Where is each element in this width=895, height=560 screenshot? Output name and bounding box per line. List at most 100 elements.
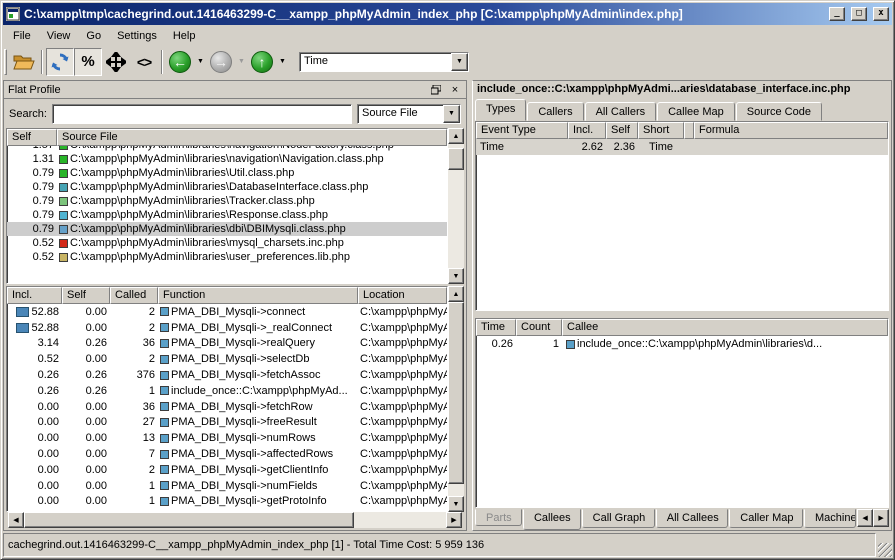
table-row[interactable]: 0.00 0.001 PMA_DBI_Mysqli->numFields C:\…	[7, 478, 447, 494]
table-row[interactable]: 0.79C:\xampp\phpMyAdmin\libraries\Tracke…	[7, 194, 447, 208]
menu-view[interactable]: View	[39, 27, 79, 45]
tab-callees[interactable]: Callees	[523, 509, 581, 530]
table-row[interactable]: 0.52C:\xampp\phpMyAdmin\libraries\mysql_…	[7, 236, 447, 250]
column-header-formula[interactable]: Formula	[694, 122, 888, 139]
tab-scroll-left-icon[interactable]: ◀	[857, 509, 873, 527]
column-header-incl[interactable]: Incl.	[568, 122, 606, 139]
column-header-self[interactable]: Self	[606, 122, 638, 139]
close-dock-icon[interactable]: ×	[448, 84, 462, 96]
tab-types[interactable]: Types	[475, 99, 526, 121]
maximize-button[interactable]: □	[851, 7, 867, 21]
column-header-short[interactable]: Short	[638, 122, 684, 139]
minimize-button[interactable]: _	[829, 7, 845, 21]
table-row[interactable]: 0.00 0.0036 PMA_DBI_Mysqli->fetchRow C:\…	[7, 399, 447, 415]
file-list-scrollbar[interactable]: ▲ ▼	[448, 128, 464, 284]
chevron-down-icon[interactable]: ▼	[443, 105, 460, 123]
table-row[interactable]: 52.88 0.002 PMA_DBI_Mysqli->_realConnect…	[7, 320, 447, 336]
table-row[interactable]: 0.79C:\xampp\phpMyAdmin\libraries\Util.c…	[7, 166, 447, 180]
tab-all-callers[interactable]: All Callers	[585, 102, 657, 121]
function-detail-panel: include_once::C:\xampp\phpMyAdmi...aries…	[472, 80, 892, 531]
relative-to-parent-button[interactable]	[102, 48, 130, 76]
forward-icon: →	[210, 51, 232, 73]
chevron-down-icon[interactable]: ▼	[451, 53, 468, 71]
toolbar: % <> ← ▼ → ▼ ↑ ▼ Time ▼	[1, 46, 894, 79]
scrollbar-thumb[interactable]	[448, 148, 464, 170]
column-header-function[interactable]: Function	[158, 287, 358, 304]
tab-caller-map[interactable]: Caller Map	[729, 509, 803, 528]
refresh-button[interactable]	[46, 48, 74, 76]
event-type-row[interactable]: Time 2.62 2.36 Time	[476, 139, 888, 155]
back-dropdown[interactable]: ▼	[194, 48, 207, 76]
column-header-self[interactable]: Self	[62, 287, 110, 304]
menu-file[interactable]: File	[5, 27, 39, 45]
column-header-source-file[interactable]: Source File	[57, 129, 447, 146]
table-row[interactable]: 0.00 0.0013 PMA_DBI_Mysqli->numRows C:\x…	[7, 430, 447, 446]
table-row[interactable]: 0.00 0.001 PMA_DBI_Mysqli->getProtoInfo …	[7, 494, 447, 510]
table-row[interactable]: 0.52C:\xampp\phpMyAdmin\libraries\user_p…	[7, 250, 447, 264]
float-dock-icon[interactable]	[431, 85, 445, 95]
callee-row[interactable]: 0.26 1 include_once::C:\xampp\phpMyAdmin…	[476, 336, 888, 352]
tab-scroll-right-icon[interactable]: ▶	[873, 509, 889, 527]
grouping-combobox[interactable]: Source File ▼	[357, 104, 461, 124]
cycle-detection-button[interactable]: <>	[130, 48, 158, 76]
table-row[interactable]: 0.00 0.007 PMA_DBI_Mysqli->affectedRows …	[7, 446, 447, 462]
status-message: cachegrind.out.1416463299-C__xampp_phpMy…	[3, 533, 876, 557]
table-row-selected[interactable]: 0.79C:\xampp\phpMyAdmin\libraries\dbi\DB…	[7, 222, 447, 236]
menu-help[interactable]: Help	[165, 27, 204, 45]
scroll-up-icon[interactable]: ▲	[448, 286, 464, 302]
function-table-scrollbar[interactable]: ▲ ▼	[448, 286, 464, 512]
forward-dropdown[interactable]: ▼	[235, 48, 248, 76]
column-header-incl[interactable]: Incl.	[7, 287, 62, 304]
column-header-location[interactable]: Location	[358, 287, 447, 304]
tab-callee-map[interactable]: Callee Map	[657, 102, 735, 121]
tab-source-code[interactable]: Source Code	[736, 102, 822, 121]
scroll-down-icon[interactable]: ▼	[448, 496, 464, 512]
close-button[interactable]: x	[873, 7, 889, 21]
column-header-called[interactable]: Called	[110, 287, 158, 304]
tab-machine-code[interactable]: Machine	[804, 509, 856, 528]
open-file-button[interactable]	[10, 48, 38, 76]
table-row[interactable]: 0.52 0.002 PMA_DBI_Mysqli->selectDb C:\x…	[7, 351, 447, 367]
menu-settings[interactable]: Settings	[109, 27, 165, 45]
event-type-combobox[interactable]: Time ▼	[299, 52, 469, 72]
column-header-callee[interactable]: Callee	[562, 319, 888, 336]
table-row[interactable]: 0.26 0.261 include_once::C:\xampp\phpMyA…	[7, 383, 447, 399]
toolbar-handle[interactable]	[4, 49, 7, 75]
scroll-left-icon[interactable]: ◀	[8, 512, 24, 528]
table-row[interactable]: 0.79C:\xampp\phpMyAdmin\libraries\Respon…	[7, 208, 447, 222]
column-header-count[interactable]: Count	[516, 319, 562, 336]
column-header-event-type[interactable]: Event Type	[476, 122, 568, 139]
tab-all-callees[interactable]: All Callees	[656, 509, 729, 528]
back-button[interactable]: ←	[166, 48, 194, 76]
detail-tabs-top: Types Callers All Callers Callee Map Sou…	[473, 99, 891, 121]
table-row[interactable]: 52.88 0.002 PMA_DBI_Mysqli->connect C:\x…	[7, 304, 447, 320]
table-row[interactable]: 0.26 0.26376 PMA_DBI_Mysqli->fetchAssoc …	[7, 367, 447, 383]
search-input[interactable]	[53, 105, 351, 123]
forward-button[interactable]: →	[207, 48, 235, 76]
table-row[interactable]: 3.14 0.2636 PMA_DBI_Mysqli->realQuery C:…	[7, 336, 447, 352]
scrollbar-thumb[interactable]	[448, 302, 464, 484]
scroll-right-icon[interactable]: ▶	[446, 512, 462, 528]
scroll-up-icon[interactable]: ▲	[448, 128, 464, 144]
menu-go[interactable]: Go	[78, 27, 109, 45]
title-bar[interactable]: C:\xampp\tmp\cachegrind.out.1416463299-C…	[3, 3, 892, 25]
up-button[interactable]: ↑	[248, 48, 276, 76]
dock-title-bar[interactable]: Flat Profile ×	[4, 81, 466, 99]
tab-callers[interactable]: Callers	[527, 102, 583, 121]
table-row[interactable]: 0.00 0.0027 PMA_DBI_Mysqli->freeResult C…	[7, 415, 447, 431]
move-arrows-icon	[106, 52, 126, 72]
relative-percent-button[interactable]: %	[74, 48, 102, 76]
resize-grip[interactable]	[878, 543, 892, 557]
column-header-time[interactable]: Time	[476, 319, 516, 336]
horizontal-splitter[interactable]	[473, 311, 891, 318]
up-dropdown[interactable]: ▼	[276, 48, 289, 76]
tab-call-graph[interactable]: Call Graph	[582, 509, 655, 528]
scrollbar-thumb[interactable]	[24, 512, 354, 528]
table-row[interactable]: 1.31C:\xampp\phpMyAdmin\libraries\naviga…	[7, 152, 447, 166]
column-header-self[interactable]: Self	[7, 129, 57, 146]
table-row[interactable]: 0.79C:\xampp\phpMyAdmin\libraries\Databa…	[7, 180, 447, 194]
column-header-spacer[interactable]	[684, 122, 694, 139]
function-table-hscrollbar[interactable]: ◀ ▶	[8, 512, 462, 528]
scroll-down-icon[interactable]: ▼	[448, 268, 464, 284]
table-row[interactable]: 0.00 0.002 PMA_DBI_Mysqli->getClientInfo…	[7, 462, 447, 478]
